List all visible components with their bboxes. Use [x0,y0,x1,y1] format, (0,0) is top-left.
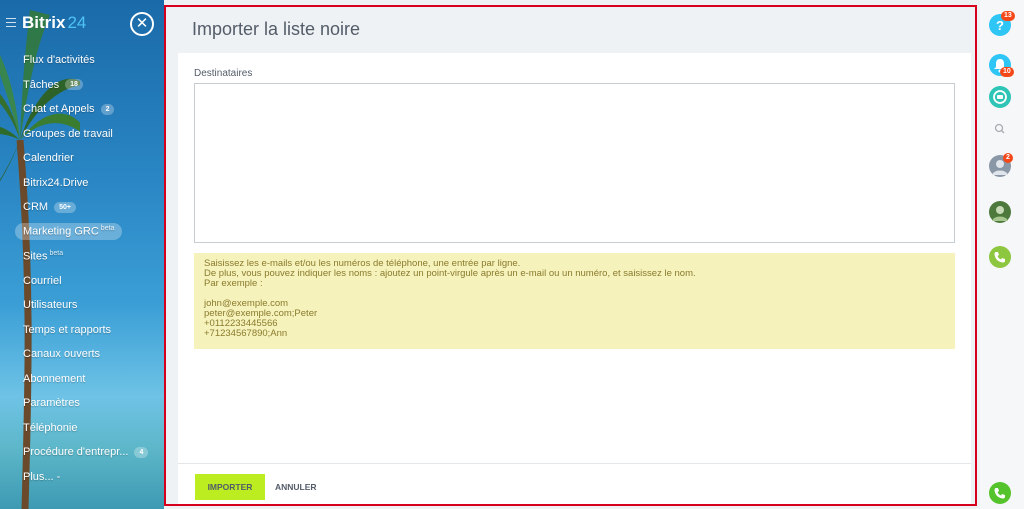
phone-call-icon[interactable] [989,246,1011,268]
hint-line: De plus, vous pouvez indiquer les noms :… [204,268,696,279]
help-icon[interactable]: ? 13 [989,11,1015,36]
sidebar-item-label: Groupes de travail [23,127,113,140]
sidebar-item[interactable]: Groupes de travail [0,122,164,147]
sidebar-item-counter: 18 [65,79,83,91]
sidebar-item-label: Paramètres [23,397,80,410]
hamburger-menu-icon[interactable] [6,18,16,28]
sidebar-item[interactable]: Flux d'activités [0,48,164,73]
sidebar-item-label: Téléphonie [23,421,78,434]
sidebar-item-counter: 4 [134,446,149,458]
sidebar-item-label: Tâches [23,78,60,91]
sidebar-item[interactable]: Chat et Appels 2 [0,97,164,122]
brand-name: Bitrix [22,13,66,32]
sidebar-item-label-wrap: Procédure d'entrepr... [23,446,128,458]
sidebar-item-label: Canaux ouverts [23,348,101,361]
sidebar-item[interactable]: Courriel [0,269,164,294]
sidebar-item-label: Courriel [23,274,62,287]
sidebar-item[interactable]: Plus... - [0,465,164,490]
sidebar-item[interactable]: Canaux ouverts [0,342,164,367]
brand-logo[interactable]: Bitrix 24 [22,13,86,33]
recipients-textarea[interactable] [194,83,955,243]
sidebar-item-label-wrap: Paramètres [23,397,80,409]
sidebar-item-label-wrap: Canaux ouverts [23,348,100,360]
example-line: +0112233445566 [204,318,278,329]
sidebar-item-label-wrap: Sites beta [23,250,63,263]
notifications-bell-icon[interactable]: 10 [989,54,1014,77]
sidebar-item-label-wrap: Tâches [23,79,59,91]
panel-content: Destinataires Saisissez les e-mails et/o… [178,53,971,463]
sidebar-item[interactable]: Procédure d'entrepr... 4 [0,440,164,465]
sidebar-item-counter: 2 [100,103,115,115]
sidebar-item[interactable]: Bitrix24.Drive [0,171,164,196]
sidebar-item-label: Sites [23,250,48,263]
sidebar-item-label: Flux d'activités [23,54,95,67]
cancel-button[interactable]: ANNULER [275,474,317,500]
beta-tag: beta [100,225,115,233]
sidebar-item-label-wrap: Abonnement [23,373,85,385]
help-badge: 13 [1001,11,1015,21]
hint-box: Saisissez les e-mails et/ou les numéros … [194,253,955,349]
chat-icon[interactable] [989,86,1011,108]
search-icon[interactable] [989,118,1011,140]
hint-line: Par exemple : [204,278,263,289]
sidebar-item-label: Procédure d'entrepr... [23,446,129,459]
avatar-badge: 2 [1003,153,1013,163]
left-sidebar: Bitrix 24 ✕ Flux d'activités Tâches 18 Chat … [0,0,164,509]
sidebar-item[interactable]: Utilisateurs [0,293,164,318]
sidebar-item-label: Temps et rapports [23,323,112,336]
sidebar-item-label-wrap: Chat et Appels [23,103,95,115]
sidebar-item-counter: 50+ [54,201,76,213]
sidebar-item-label-wrap: Groupes de travail [23,128,113,140]
sidebar-item[interactable]: CRM 50+ [0,195,164,220]
notifications-badge: 10 [1000,67,1014,77]
sidebar-item-label: Abonnement [23,372,86,385]
sidebar-item-label-wrap: Bitrix24.Drive [23,177,88,189]
sidebar-header: Bitrix 24 ✕ [0,10,164,40]
sidebar-item[interactable]: Paramètres [0,391,164,416]
beta-tag: beta [49,249,64,257]
example-line: +71234567890;Ann [204,328,288,339]
sidebar-item-label: CRM [23,201,49,214]
close-panel-button[interactable]: ✕ [130,12,154,36]
sidebar-item[interactable]: Téléphonie [0,416,164,441]
sidebar-item-label: Chat et Appels [23,103,95,116]
sidebar-item-label-wrap: Temps et rapports [23,324,111,336]
user-avatar-icon[interactable]: 2 [989,153,1013,177]
right-toolbar: ? 13 10 2 [980,0,1024,509]
sidebar-item[interactable]: Abonnement [0,367,164,392]
brand-number: 24 [67,13,87,32]
example-line: peter@exemple.com;Peter [204,308,318,319]
sidebar-item[interactable]: Temps et rapports [0,318,164,343]
sidebar-item-label: Utilisateurs [23,299,78,312]
page-title: Importer la liste noire [192,19,361,39]
sidebar-item-label-wrap: Marketing GRC beta [15,223,123,241]
panel-footer: IMPORTER ANNULER [178,463,971,504]
sidebar-item-label-wrap: Courriel [23,275,62,287]
telephony-icon[interactable] [989,482,1011,504]
sidebar-item[interactable]: Marketing GRC beta [0,220,164,245]
sidebar-item[interactable]: Calendrier [0,146,164,171]
sidebar-item-label-wrap: Flux d'activités [23,54,95,66]
contact-avatar-icon[interactable] [989,201,1011,223]
sidebar-item-label-wrap: CRM [23,201,48,213]
sidebar-item-label-wrap: Plus... - [23,471,60,483]
sidebar-item-label-wrap: Utilisateurs [23,299,77,311]
sidebar-item-label: Marketing GRC [23,226,99,239]
sidebar-item-label: Calendrier [23,152,74,165]
sidebar-menu: Flux d'activités Tâches 18 Chat et Appels 2 G… [0,48,164,489]
sidebar-item[interactable]: Tâches 18 [0,73,164,98]
sidebar-item-label: Plus... - [23,470,61,483]
sidebar-item-label: Bitrix24.Drive [23,176,89,189]
import-blacklist-panel: Importer la liste noire Destinataires Sa… [164,5,977,506]
recipients-label: Destinataires [194,68,253,79]
sidebar-item-label-wrap: Calendrier [23,152,74,164]
sidebar-item[interactable]: Sites beta [0,244,164,269]
import-button[interactable]: IMPORTER [195,474,265,500]
sidebar-item-label-wrap: Téléphonie [23,422,77,434]
